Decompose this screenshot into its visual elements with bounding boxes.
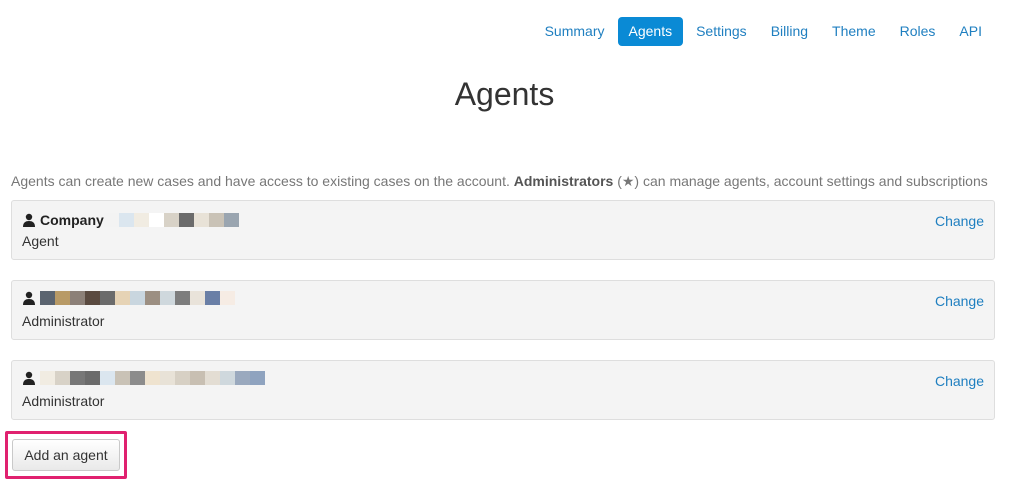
redacted-name-pixels	[40, 371, 265, 385]
agent-card: Administrator Change	[11, 280, 995, 340]
redacted-name-pixels	[40, 291, 235, 305]
intro-administrators-bold: Administrators	[513, 173, 614, 189]
agent-name-row	[22, 371, 265, 385]
agent-name-row: Company	[22, 211, 239, 229]
intro-text-after: (★) can manage agents, account settings …	[613, 173, 988, 189]
page-title: Agents	[454, 76, 555, 112]
add-agent-button[interactable]: Add an agent	[12, 439, 120, 471]
agents-description: Agents can create new cases and have acc…	[11, 172, 988, 190]
intro-text-before: Agents can create new cases and have acc…	[11, 173, 514, 189]
agent-role: Agent	[22, 233, 59, 249]
tab-summary[interactable]: Summary	[534, 17, 616, 46]
agent-role: Administrator	[22, 313, 105, 329]
user-icon	[23, 371, 35, 385]
tab-billing[interactable]: Billing	[760, 17, 819, 46]
agent-role: Administrator	[22, 393, 105, 409]
tab-roles[interactable]: Roles	[889, 17, 947, 46]
agent-name: Company	[40, 212, 104, 228]
tab-agents[interactable]: Agents	[617, 17, 684, 46]
tab-api[interactable]: API	[948, 17, 993, 46]
user-icon	[23, 291, 35, 305]
tab-settings[interactable]: Settings	[685, 17, 758, 46]
redacted-name-pixels	[103, 213, 239, 227]
change-agent-link[interactable]: Change	[935, 212, 984, 230]
change-agent-link[interactable]: Change	[935, 292, 984, 310]
agent-card: Administrator Change	[11, 360, 995, 420]
settings-nav: Summary Agents Settings Billing Theme Ro…	[534, 17, 993, 46]
agent-name-row	[22, 291, 235, 305]
tab-theme[interactable]: Theme	[821, 17, 887, 46]
user-icon	[23, 213, 35, 227]
agent-card: Company Agent Change	[11, 200, 995, 260]
change-agent-link[interactable]: Change	[935, 372, 984, 390]
